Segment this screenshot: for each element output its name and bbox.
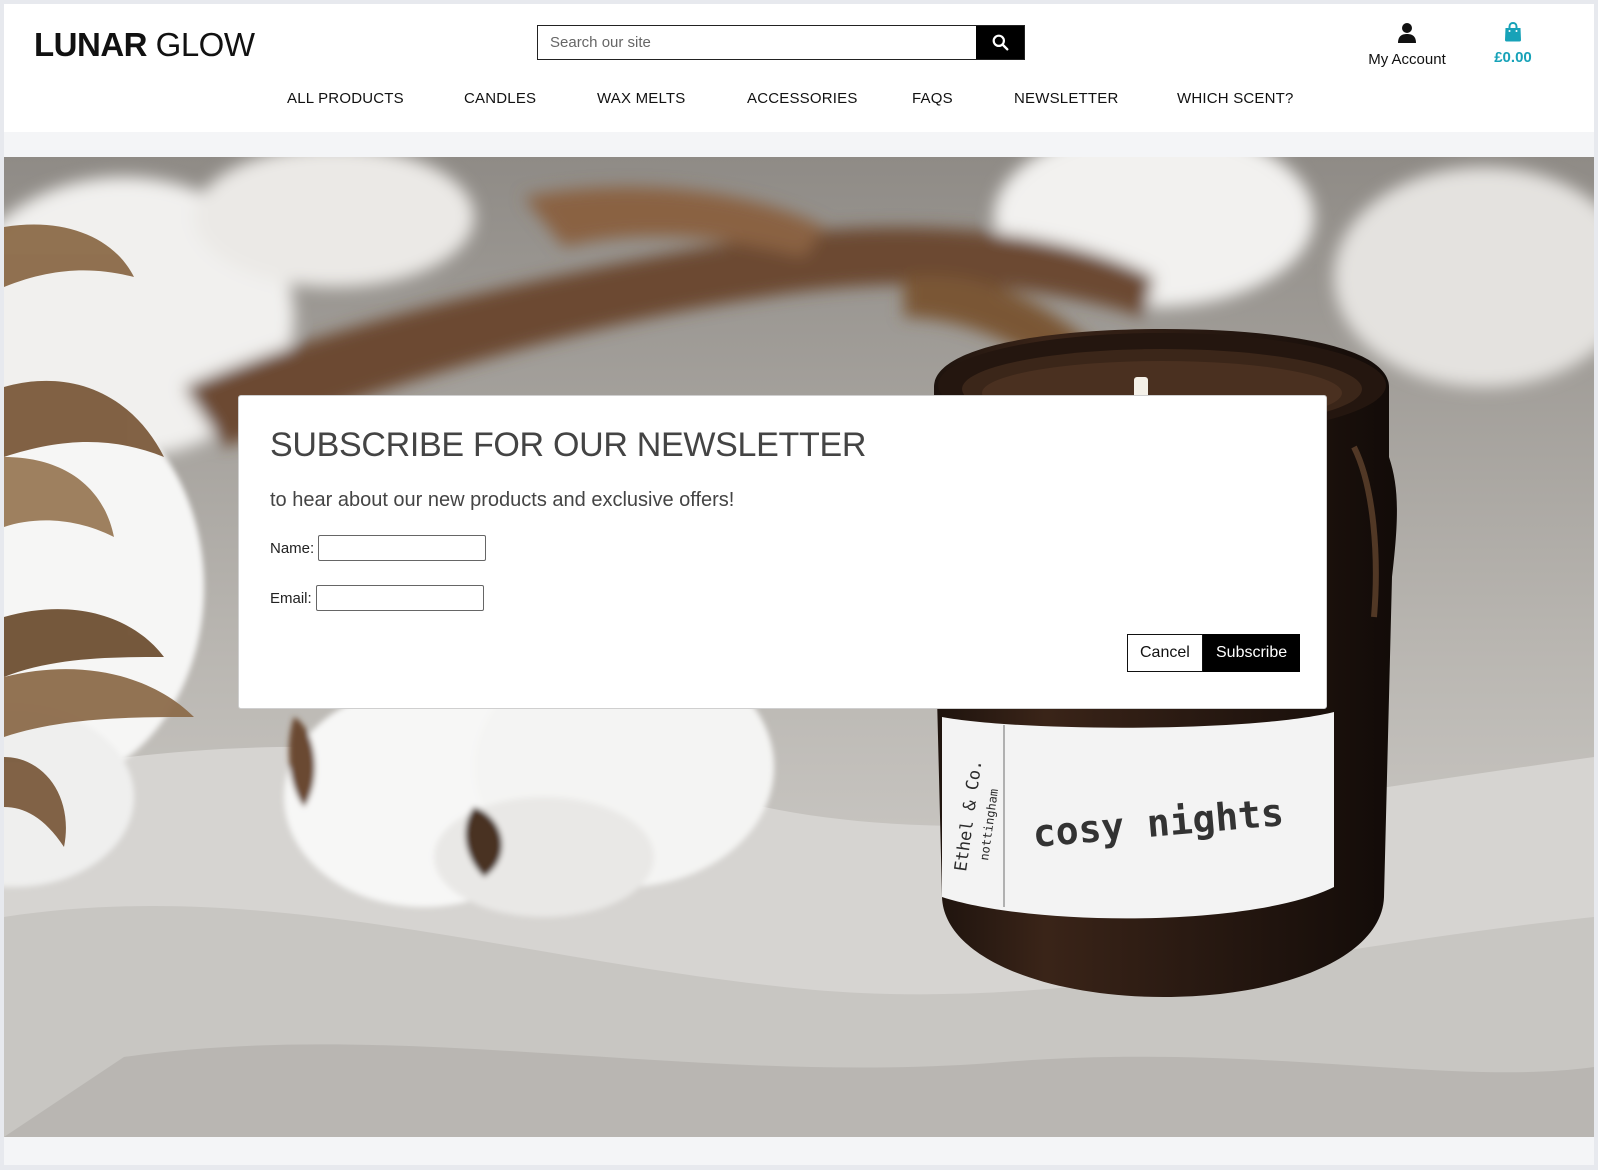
header-divider-bar — [4, 132, 1594, 157]
name-field-row: Name: — [270, 535, 487, 561]
nav-item-faqs[interactable]: FAQS — [912, 90, 953, 107]
newsletter-modal: SUBSCRIBE FOR OUR NEWSLETTER to hear abo… — [238, 395, 1327, 709]
name-label: Name: — [270, 539, 315, 557]
search-input[interactable] — [538, 26, 976, 59]
main-nav: ALL PRODUCTS CANDLES WAX MELTS ACCESSORI… — [4, 90, 1594, 114]
nav-item-wax-melts[interactable]: WAX MELTS — [597, 90, 685, 107]
shopping-bag-icon — [1505, 21, 1521, 42]
shopping-bag-link[interactable]: £0.00 — [1482, 21, 1544, 66]
search-button[interactable] — [976, 26, 1024, 59]
subscribe-button[interactable]: Subscribe — [1203, 634, 1301, 672]
name-input[interactable] — [318, 535, 487, 561]
my-account-label: My Account — [1368, 51, 1446, 68]
footer-strip — [4, 1137, 1594, 1165]
modal-title: SUBSCRIBE FOR OUR NEWSLETTER — [270, 426, 867, 464]
nav-item-candles[interactable]: CANDLES — [464, 90, 536, 107]
logo-bold-text: LUNAR — [34, 26, 147, 63]
bag-total: £0.00 — [1494, 49, 1532, 66]
site-logo[interactable]: LUNAR GLOW — [34, 26, 255, 64]
nav-item-newsletter[interactable]: NEWSLETTER — [1014, 90, 1119, 107]
nav-item-accessories[interactable]: ACCESSORIES — [747, 90, 858, 107]
nav-item-which-scent[interactable]: WHICH SCENT? — [1177, 90, 1294, 107]
email-field-row: Email: — [270, 585, 484, 611]
my-account-link[interactable]: My Account — [1359, 22, 1455, 68]
logo-light-text: GLOW — [155, 26, 255, 63]
nav-item-all-products[interactable]: ALL PRODUCTS — [287, 90, 404, 107]
search-form — [537, 25, 1025, 60]
cancel-button[interactable]: Cancel — [1127, 634, 1203, 672]
email-label: Email: — [270, 589, 312, 607]
page: LUNAR GLOW My Account — [4, 4, 1594, 1165]
email-input[interactable] — [315, 585, 484, 611]
search-icon — [992, 34, 1008, 51]
user-icon — [1398, 23, 1416, 43]
modal-subtitle: to hear about our new products and exclu… — [270, 489, 735, 511]
site-header: LUNAR GLOW My Account — [4, 4, 1594, 132]
